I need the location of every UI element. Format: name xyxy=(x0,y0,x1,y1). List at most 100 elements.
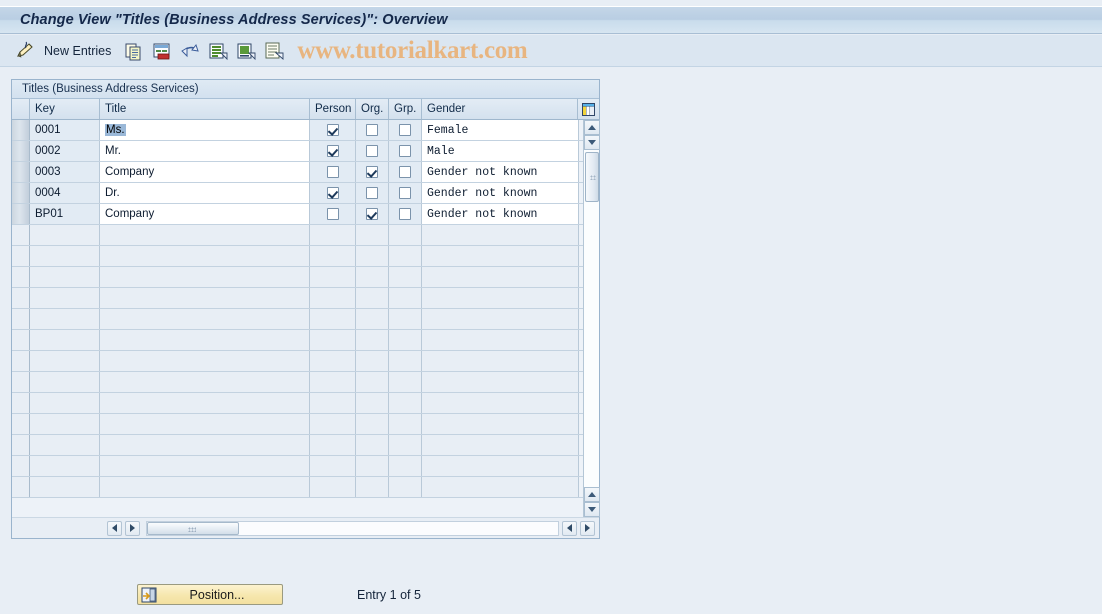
row-selector[interactable] xyxy=(12,120,30,140)
cell-key[interactable]: 0003 xyxy=(30,162,100,182)
grp-checkbox[interactable] xyxy=(399,124,411,136)
table-row-empty[interactable] xyxy=(12,456,599,477)
person-checkbox[interactable] xyxy=(326,145,339,157)
cell-grp[interactable] xyxy=(389,162,422,182)
cell-gender[interactable] xyxy=(422,414,579,434)
copy-icon[interactable] xyxy=(123,41,145,61)
table-row[interactable]: 0001 Ms. Female xyxy=(12,120,599,141)
table-row-empty[interactable] xyxy=(12,246,599,267)
cell-title[interactable] xyxy=(100,393,310,413)
cell-title[interactable] xyxy=(100,288,310,308)
cell-gender[interactable] xyxy=(422,477,579,497)
cell-title[interactable] xyxy=(100,477,310,497)
person-checkbox[interactable] xyxy=(326,124,339,136)
scroll-up-button[interactable] xyxy=(584,120,600,135)
cell-person[interactable] xyxy=(310,246,356,266)
row-selector[interactable] xyxy=(12,477,30,497)
cell-key[interactable] xyxy=(30,414,100,434)
cell-person[interactable] xyxy=(310,309,356,329)
vertical-scroll-thumb[interactable] xyxy=(585,152,599,202)
column-header-org[interactable]: Org. xyxy=(356,99,389,119)
column-header-person[interactable]: Person xyxy=(310,99,356,119)
cell-key[interactable] xyxy=(30,393,100,413)
cell-person[interactable] xyxy=(310,288,356,308)
cell-person[interactable] xyxy=(310,351,356,371)
table-row[interactable]: 0004 Dr. Gender not known xyxy=(12,183,599,204)
table-row[interactable]: 0002 Mr. Male xyxy=(12,141,599,162)
cell-person[interactable] xyxy=(310,393,356,413)
column-header-title[interactable]: Title xyxy=(100,99,310,119)
grp-checkbox[interactable] xyxy=(399,208,411,220)
cell-key[interactable] xyxy=(30,246,100,266)
cell-grp[interactable] xyxy=(389,414,422,434)
table-row[interactable]: 0003 Company Gender not known xyxy=(12,162,599,183)
cell-grp[interactable] xyxy=(389,330,422,350)
cell-key[interactable] xyxy=(30,435,100,455)
cell-gender[interactable]: Gender not known xyxy=(422,183,579,203)
cell-org[interactable] xyxy=(356,393,389,413)
row-selector[interactable] xyxy=(12,435,30,455)
table-row-empty[interactable] xyxy=(12,330,599,351)
cell-key[interactable]: 0004 xyxy=(30,183,100,203)
cell-person[interactable] xyxy=(310,477,356,497)
cell-grp[interactable] xyxy=(389,435,422,455)
cell-key[interactable] xyxy=(30,330,100,350)
scroll-page-up-button[interactable] xyxy=(584,487,600,502)
row-selector[interactable] xyxy=(12,246,30,266)
org-checkbox[interactable] xyxy=(366,166,378,178)
cell-key[interactable] xyxy=(30,288,100,308)
cell-title[interactable] xyxy=(100,351,310,371)
details-icon[interactable] xyxy=(263,41,285,61)
scroll-page-down-button[interactable] xyxy=(584,502,600,517)
cell-org[interactable] xyxy=(356,225,389,245)
cell-grp[interactable] xyxy=(389,288,422,308)
table-settings-icon[interactable] xyxy=(578,99,599,119)
row-selector[interactable] xyxy=(12,309,30,329)
cell-person[interactable] xyxy=(310,456,356,476)
table-row-empty[interactable] xyxy=(12,372,599,393)
cell-grp[interactable] xyxy=(389,120,422,140)
cell-gender[interactable]: Female xyxy=(422,120,579,140)
row-selector[interactable] xyxy=(12,456,30,476)
cell-person[interactable] xyxy=(310,414,356,434)
table-row-empty[interactable] xyxy=(12,225,599,246)
cell-title[interactable]: Company xyxy=(100,204,310,224)
cell-key[interactable] xyxy=(30,351,100,371)
cell-grp[interactable] xyxy=(389,267,422,287)
undo-icon[interactable] xyxy=(179,41,201,61)
row-selector[interactable] xyxy=(12,393,30,413)
table-row-empty[interactable] xyxy=(12,477,599,498)
cell-title[interactable] xyxy=(100,246,310,266)
cell-org[interactable] xyxy=(356,309,389,329)
column-header-grp[interactable]: Grp. xyxy=(389,99,422,119)
cell-title[interactable]: Ms. xyxy=(100,120,310,140)
cell-org[interactable] xyxy=(356,183,389,203)
cell-key[interactable] xyxy=(30,309,100,329)
cell-title[interactable] xyxy=(100,309,310,329)
cell-title[interactable]: Dr. xyxy=(100,183,310,203)
row-selector[interactable] xyxy=(12,204,30,224)
cell-grp[interactable] xyxy=(389,372,422,392)
cell-person[interactable] xyxy=(310,225,356,245)
cell-org[interactable] xyxy=(356,120,389,140)
cell-grp[interactable] xyxy=(389,141,422,161)
new-entries-button[interactable]: New Entries xyxy=(44,44,111,58)
table-row-empty[interactable] xyxy=(12,414,599,435)
grp-checkbox[interactable] xyxy=(399,166,411,178)
table-row[interactable]: BP01 Company Gender not known xyxy=(12,204,599,225)
cell-gender[interactable] xyxy=(422,330,579,350)
row-selector[interactable] xyxy=(12,267,30,287)
cell-gender[interactable]: Gender not known xyxy=(422,204,579,224)
cell-person[interactable] xyxy=(310,120,356,140)
cell-key[interactable] xyxy=(30,267,100,287)
cell-title[interactable] xyxy=(100,435,310,455)
cell-gender[interactable]: Male xyxy=(422,141,579,161)
cell-key[interactable] xyxy=(30,477,100,497)
column-header-key[interactable]: Key xyxy=(30,99,100,119)
cell-org[interactable] xyxy=(356,372,389,392)
person-checkbox[interactable] xyxy=(326,187,339,199)
hscroll-track[interactable] xyxy=(146,520,559,536)
cell-gender[interactable] xyxy=(422,225,579,245)
cell-key[interactable]: 0002 xyxy=(30,141,100,161)
table-row-empty[interactable] xyxy=(12,435,599,456)
